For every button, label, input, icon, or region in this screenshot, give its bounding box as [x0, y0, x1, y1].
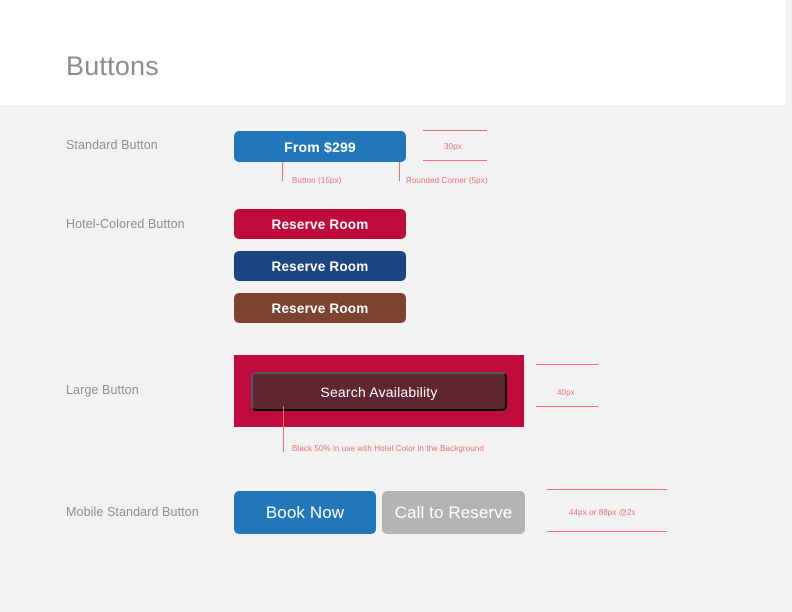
large-height-rule-top	[536, 364, 598, 365]
annotation-standard-height: 30px	[444, 142, 462, 151]
row-label-large-button: Large Button	[66, 383, 139, 397]
height-rule-bottom	[423, 160, 487, 161]
mobile-height-rule-bottom	[547, 531, 667, 532]
height-rule-top	[423, 130, 487, 131]
mobile-button-call-to-reserve[interactable]: Call to Reserve	[382, 491, 525, 534]
large-button[interactable]: Search Availability	[251, 372, 507, 411]
standard-button[interactable]: From $299	[234, 131, 406, 162]
annotation-standard-font: Button (15px)	[292, 176, 342, 185]
mobile-button-book-now[interactable]: Book Now	[234, 491, 376, 534]
mobile-height-rule-top	[547, 489, 667, 490]
annotation-mobile-height: 44px or 88px @2x	[569, 508, 636, 517]
row-label-standard-button: Standard Button	[66, 138, 158, 152]
hotel-button-navy[interactable]: Reserve Room	[234, 251, 406, 281]
hotel-button-brown[interactable]: Reserve Room	[234, 293, 406, 323]
large-height-rule-bottom	[536, 406, 598, 407]
row-label-mobile-standard-button: Mobile Standard Button	[66, 505, 199, 519]
annotation-standard-corner: Rounded Corner (5px)	[406, 176, 488, 185]
page-title: Buttons	[66, 51, 159, 81]
row-label-hotel-colored-button: Hotel-Colored Button	[66, 217, 185, 231]
annotation-large-height: 40px	[557, 388, 575, 397]
leader-tick-corner	[399, 162, 400, 181]
leader-tick-large-note	[283, 406, 284, 452]
leader-tick-font	[282, 162, 283, 181]
canvas: Buttons Standard Button From $299 30px B…	[0, 0, 792, 612]
hotel-button-crimson[interactable]: Reserve Room	[234, 209, 406, 239]
annotation-large-note: Black 50% in use with Hotel Color in the…	[292, 444, 484, 453]
large-button-panel: Search Availability	[234, 355, 524, 427]
